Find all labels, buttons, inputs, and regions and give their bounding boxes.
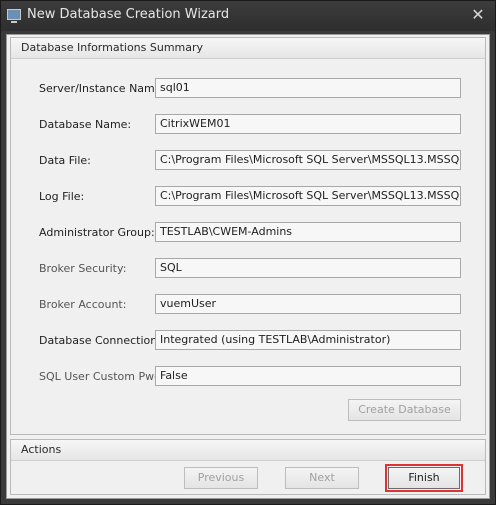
administrator-group-label: Administrator Group: [39,226,155,239]
database-wizard-icon [7,9,21,23]
title-bar[interactable]: New Database Creation Wizard ✕ [1,1,495,31]
close-icon[interactable]: ✕ [469,6,487,24]
summary-group-title: Database Informations Summary [21,41,204,54]
finish-button[interactable]: Finish [385,464,463,492]
database-name-label: Database Name: [39,118,132,131]
actions-group: Actions Previous Next Finish [10,439,486,495]
database-connection-field[interactable]: Integrated (using TESTLAB\Administrator) [155,330,461,350]
actions-group-header: Actions [11,440,485,461]
data-file-label: Data File: [39,154,91,167]
summary-group: Database Informations Summary Server/Ins… [10,37,486,435]
data-file-field[interactable]: C:\Program Files\Microsoft SQL Server\MS… [155,150,461,170]
broker-account-label: Broker Account: [39,298,127,311]
actions-group-title: Actions [21,443,62,456]
broker-security-label: Broker Security: [39,262,127,275]
broker-account-field[interactable]: vuemUser [155,294,461,314]
server-instance-label: Server/Instance Name: [39,82,166,95]
database-name-field[interactable]: CitrixWEM01 [155,114,461,134]
server-instance-field[interactable]: sql01 [155,78,461,98]
window-title: New Database Creation Wizard [27,7,230,22]
previous-button[interactable]: Previous [184,467,258,489]
log-file-field[interactable]: C:\Program Files\Microsoft SQL Server\MS… [155,186,461,206]
sql-user-custom-pwd-label: SQL User Custom Pwd: [39,370,165,383]
summary-group-header: Database Informations Summary [11,38,485,59]
database-connection-label: Database Connection: [39,334,161,347]
administrator-group-field[interactable]: TESTLAB\CWEM-Admins [155,222,461,242]
wizard-window: New Database Creation Wizard ✕ Database … [0,0,496,505]
wizard-content: Database Informations Summary Server/Ins… [6,34,490,499]
sql-user-custom-pwd-field[interactable]: False [155,366,461,386]
broker-security-field[interactable]: SQL [155,258,461,278]
create-database-button[interactable]: Create Database [348,399,461,421]
log-file-label: Log File: [39,190,85,203]
next-button[interactable]: Next [285,467,359,489]
